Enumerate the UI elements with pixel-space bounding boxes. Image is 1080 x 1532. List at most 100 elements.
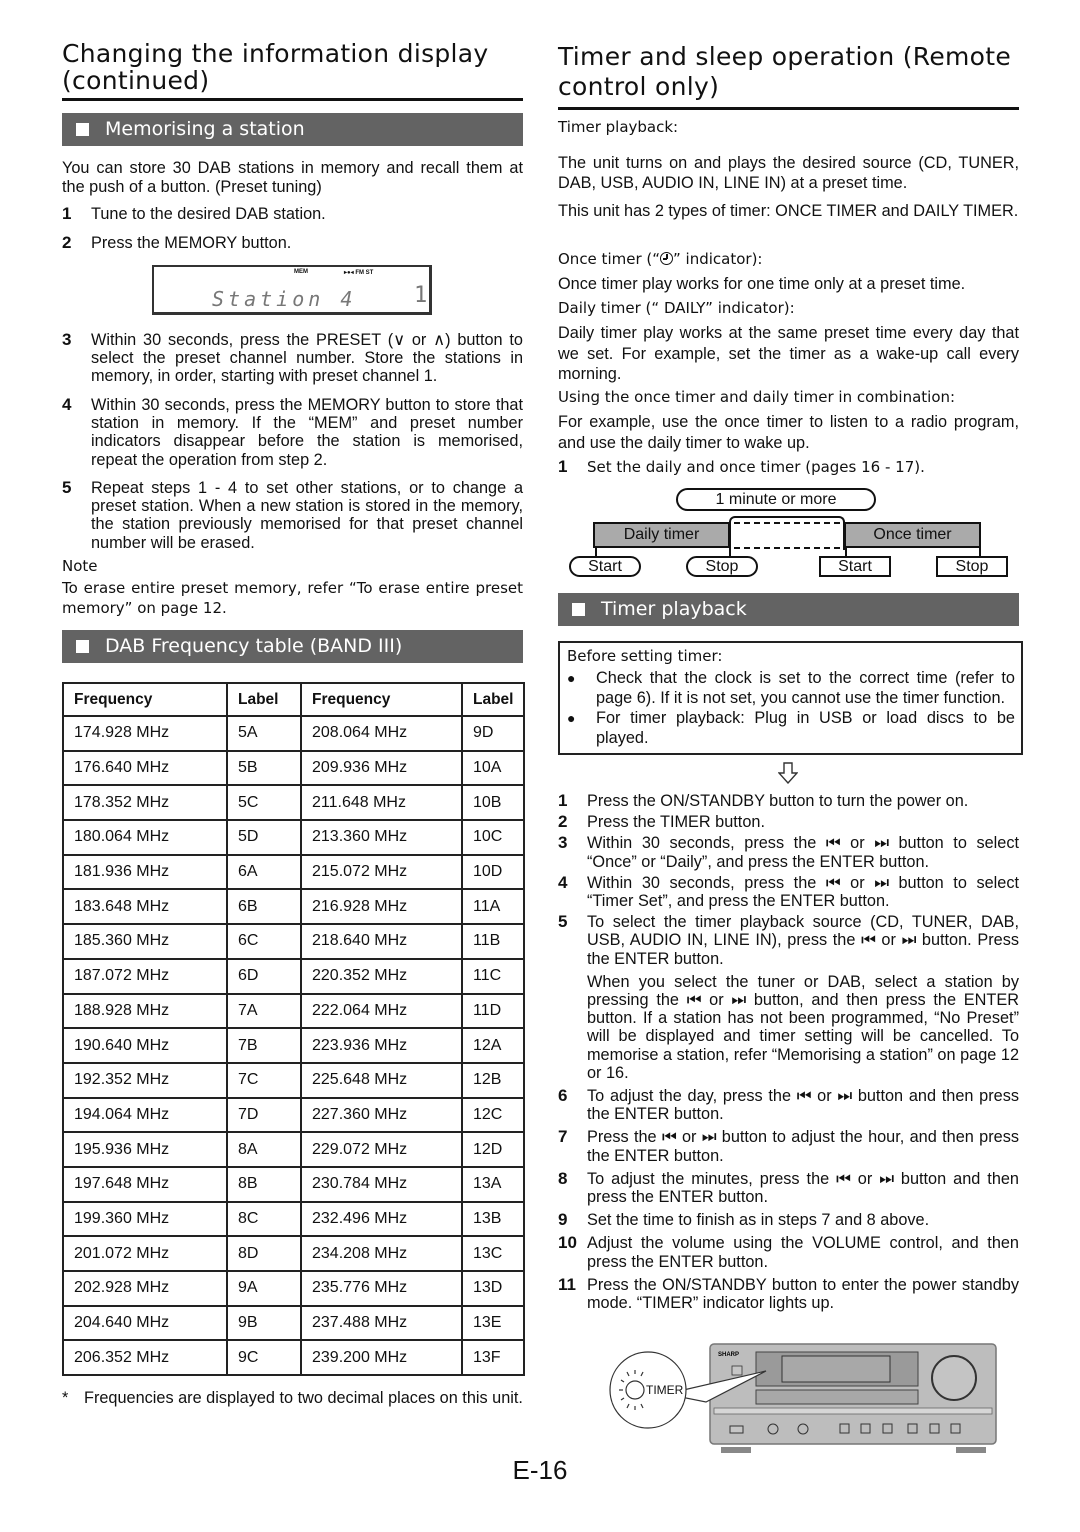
memorising-step: 5 Repeat steps 1 - 4 to set other station… <box>62 478 523 552</box>
dab-header-label: DAB Frequency table (BAND III) <box>105 635 403 657</box>
square-bullet-icon <box>76 640 89 653</box>
once-timer-text: Once timer play works for one time only … <box>558 275 966 293</box>
frequency-cell: 197.648 MHz <box>62 1165 228 1203</box>
label-cell: 8C <box>226 1200 302 1238</box>
label-cell: 9B <box>226 1304 302 1342</box>
table-row: 194.064 MHz 7D 227.360 MHz 12C <box>62 1096 525 1134</box>
timer-intro-paragraph: The unit turns on and plays the desired … <box>558 154 1019 192</box>
frequency-cell: 201.072 MHz <box>62 1235 228 1272</box>
hifi-unit-drawing: SHARP <box>609 1343 997 1453</box>
label-cell: 13C <box>461 1235 525 1272</box>
label-cell: 7D <box>226 1096 302 1134</box>
frequency-cell: 237.488 MHz <box>300 1304 463 1342</box>
timer-playback-header-label: Timer playback <box>601 598 747 620</box>
timer-step: 3 Within 30 seconds, press the ⏮ or ⏭ but… <box>558 833 1019 871</box>
timer-playback-label: Timer playback: <box>558 118 679 136</box>
frequency-cell: 211.648 MHz <box>300 784 463 822</box>
table-row: 199.360 MHz 8C 232.496 MHz 13B <box>62 1200 525 1238</box>
bullet-dot-icon: ● <box>567 670 576 686</box>
timer-step: 5 To select the timer playback source (CD… <box>558 912 1019 968</box>
daily-timer-text: Daily timer play works at the same prese… <box>558 324 1019 383</box>
clock-icon <box>660 252 674 265</box>
page-title-left-line1: Changing the information display <box>62 39 489 68</box>
footnote-text: Frequencies are displayed to two decimal… <box>84 1389 523 1407</box>
combination-step: 1 Set the daily and once timer (pages 16 … <box>558 457 925 476</box>
once-timer-block: Once timer <box>844 522 981 548</box>
label-cell: 11A <box>461 888 525 926</box>
lcd-text: Station 4 <box>212 287 357 311</box>
timer-step: 4 Within 30 seconds, press the ⏮ or ⏭ but… <box>558 872 1019 911</box>
page-number: E-16 <box>512 1455 568 1485</box>
label-cell: 7B <box>226 1027 302 1064</box>
timer-step: 11 Press the ON/STANDBY button to enter t… <box>558 1274 1019 1313</box>
once-timer-label: Once timer (“” indicator): <box>558 250 763 268</box>
tick-line <box>979 548 981 556</box>
frequency-cell: 187.072 MHz <box>62 957 228 995</box>
frequency-cell: 188.928 MHz <box>62 992 228 1030</box>
label-cell: 5C <box>226 784 302 822</box>
dab-header: DAB Frequency table (BAND III) <box>62 630 523 663</box>
lcd-display-illustration: MEM ▸●◂ FM ST Station 4 1 <box>152 265 432 315</box>
label-cell: 6A <box>226 853 302 891</box>
label-cell: 10C <box>461 819 525 856</box>
mem-indicator: MEM <box>294 269 308 275</box>
frequency-cell: 174.928 MHz <box>62 715 228 752</box>
timer-steps-list: 1 Press the ON/STANDBY button to turn the… <box>558 791 1019 1317</box>
memorising-step: 1 Tune to the desired DAB station. <box>62 204 326 223</box>
table-row: 190.640 MHz 7B 223.936 MHz 12A <box>62 1027 525 1064</box>
before-bullet: ● Check that the clock is set to the cor… <box>567 669 1015 707</box>
bullet-dot-icon: ● <box>567 710 576 726</box>
frequency-cell: 213.360 MHz <box>300 819 463 856</box>
frequency-cell: 225.648 MHz <box>300 1061 463 1099</box>
frequency-cell: 234.208 MHz <box>300 1235 463 1272</box>
gap-dash-bottom <box>734 547 840 549</box>
frequency-cell: 183.648 MHz <box>62 888 228 926</box>
frequency-cell: 229.072 MHz <box>300 1131 463 1168</box>
timer-playback-header: Timer playback <box>558 593 1019 626</box>
device-illustration: SHARP TIMER <box>606 1342 1026 1454</box>
before-setting-box: Before setting timer: ● Check that the c… <box>558 641 1023 755</box>
label-cell: 10B <box>461 784 525 822</box>
label-cell: 11D <box>461 992 525 1030</box>
square-bullet-icon <box>76 123 89 136</box>
once-stop-label: Stop <box>936 556 1008 577</box>
frequency-cell: 199.360 MHz <box>62 1200 228 1238</box>
label-cell: 6C <box>226 923 302 960</box>
gap-dash-top <box>734 522 840 524</box>
timer-step: 9 Set the time to finish as in steps 7 an… <box>558 1210 930 1230</box>
label-cell: 5D <box>226 819 302 856</box>
label-cell: 5A <box>226 715 302 752</box>
frequency-cell: 215.072 MHz <box>300 853 463 891</box>
frequency-cell: 180.064 MHz <box>62 819 228 856</box>
label-cell: 7A <box>226 992 302 1030</box>
label-cell: 13A <box>461 1165 525 1203</box>
label-cell: 5B <box>226 749 302 787</box>
page-title-right-line2: control only) <box>558 72 720 101</box>
label-cell: 9D <box>461 715 525 752</box>
label-cell: 9C <box>226 1339 302 1377</box>
footnote-mark: * <box>62 1389 69 1407</box>
frequency-cell: 192.352 MHz <box>62 1061 228 1099</box>
table-row: 176.640 MHz 5B 209.936 MHz 10A <box>62 749 525 787</box>
frequency-cell: 178.352 MHz <box>62 784 228 822</box>
label-cell: 7C <box>226 1061 302 1099</box>
daily-stop-label: Stop <box>686 556 758 577</box>
down-arrow-icon <box>778 762 798 784</box>
daily-timer-label: Daily timer (“ DAILY” indicator): <box>558 299 795 317</box>
table-row: 202.928 MHz 9A 235.776 MHz 13D <box>62 1270 525 1307</box>
square-bullet-icon <box>572 603 585 616</box>
timer-step: 1 Press the ON/STANDBY button to turn the… <box>558 791 969 810</box>
gap-label: 1 minute or more <box>676 488 876 511</box>
frequency-cell: 239.200 MHz <box>300 1339 463 1377</box>
note-label: Note <box>62 557 98 575</box>
table-row: 181.936 MHz 6A 215.072 MHz 10D <box>62 853 525 891</box>
label-cell: 13B <box>461 1200 525 1238</box>
timer-step: When you select the tuner or DAB, select… <box>587 972 1019 1082</box>
table-row: 188.928 MHz 7A 222.064 MHz 11D <box>62 992 525 1030</box>
label-cell: 6B <box>226 888 302 926</box>
table-row: 180.064 MHz 5D 213.360 MHz 10C <box>62 819 525 856</box>
label-cell: 12A <box>461 1027 525 1064</box>
timer-step: 7 Press the ⏮ or ⏭ button to adjust the h… <box>558 1127 1019 1165</box>
label-cell: 12C <box>461 1096 525 1134</box>
timer-step: 6 To adjust the day, press the ⏮ or ⏭ but… <box>558 1086 1019 1124</box>
